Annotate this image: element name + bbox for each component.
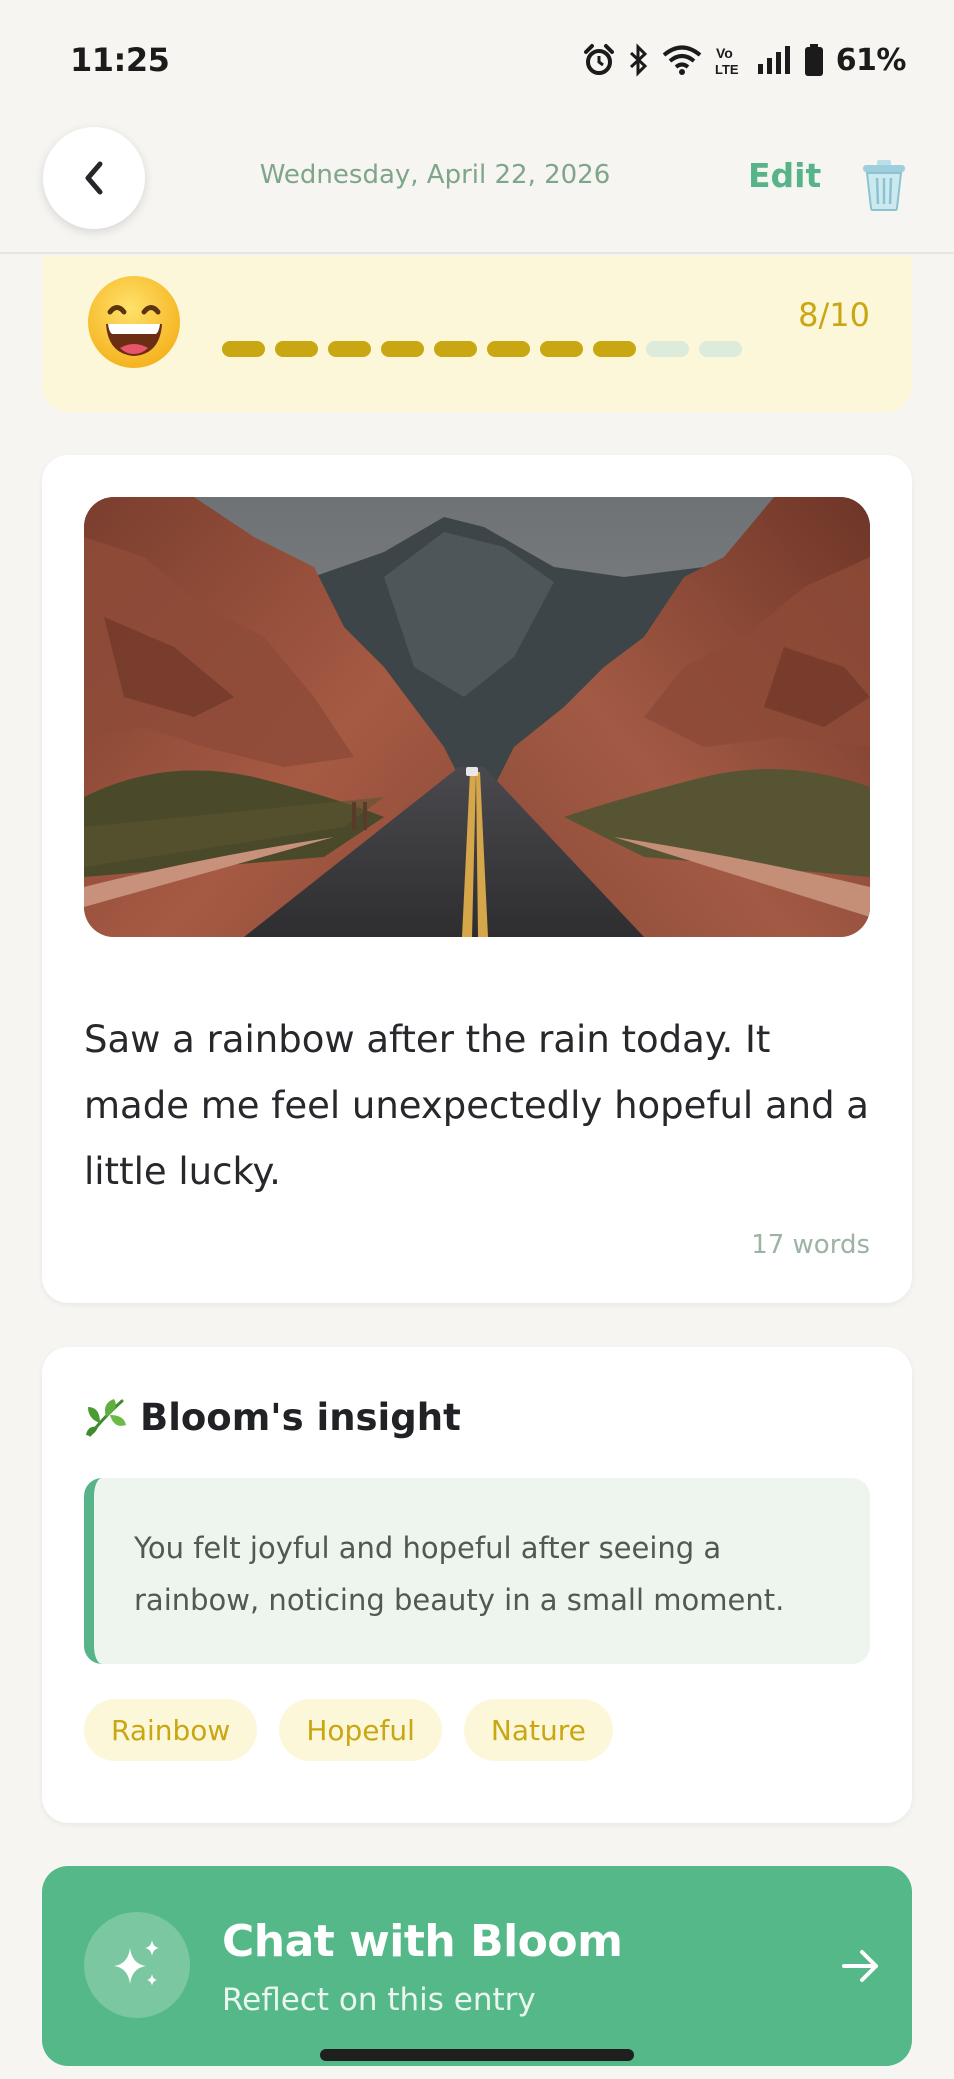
status-bar: 11:25 Vo LTE 61% [0, 0, 954, 120]
battery-percent: 61% [835, 42, 907, 78]
chevron-left-icon [85, 161, 103, 195]
home-indicator[interactable] [320, 2049, 634, 2061]
chat-with-bloom-button[interactable]: Chat with Bloom Reflect on this entry [42, 1866, 912, 2066]
word-count: 17 words [751, 1230, 870, 1260]
edit-button[interactable]: Edit [748, 156, 821, 195]
mood-dash [593, 341, 636, 357]
delete-button[interactable] [860, 158, 908, 212]
status-icons: Vo LTE 61% [582, 42, 907, 78]
grinning-face-icon [88, 276, 180, 368]
leaf-icon [86, 1399, 126, 1437]
mood-dash [222, 341, 265, 357]
mood-dash [487, 341, 530, 357]
svg-text:LTE: LTE [715, 62, 739, 77]
bluetooth-icon [628, 43, 650, 77]
mood-dash [699, 341, 742, 357]
entry-text: Saw a rainbow after the rain today. It m… [84, 1018, 869, 1193]
back-button[interactable] [43, 127, 145, 229]
app-header: Wednesday, April 22, 2026 Edit [0, 120, 954, 254]
mood-card: 8/10 [42, 256, 912, 412]
entry-photo[interactable] [84, 497, 870, 937]
tag-nature[interactable]: Nature [463, 1699, 613, 1761]
insight-title: Bloom's insight [140, 1395, 461, 1439]
mood-dash [646, 341, 689, 357]
sparkles-icon [114, 1940, 159, 1986]
entry-card: Saw a rainbow after the rain today. It m… [42, 455, 912, 1303]
mood-dash [434, 341, 477, 357]
mood-dash [381, 341, 424, 357]
chat-title: Chat with Bloom [222, 1916, 623, 1967]
insight-card: Bloom's insight You felt joyful and hope… [42, 1347, 912, 1823]
mood-score: 8/10 [798, 296, 870, 334]
status-time: 11:25 [70, 41, 170, 79]
entry-date: Wednesday, April 22, 2026 [259, 160, 611, 190]
desert-road-photo [84, 497, 870, 937]
wifi-icon [662, 44, 702, 76]
chat-subtitle: Reflect on this entry [222, 1982, 536, 2018]
volte-icon: Vo LTE [714, 43, 744, 77]
tag-hopeful[interactable]: Hopeful [279, 1699, 442, 1761]
tag-rainbow[interactable]: Rainbow [84, 1699, 258, 1761]
svg-text:Vo: Vo [716, 45, 733, 61]
chat-icon-container [84, 1912, 190, 2018]
alarm-icon [582, 43, 616, 77]
insight-header: Bloom's insight [84, 1395, 461, 1439]
mood-meter [222, 341, 742, 357]
insight-quote: You felt joyful and hopeful after seeing… [84, 1478, 870, 1664]
battery-icon [804, 43, 824, 77]
signal-icon [756, 44, 792, 76]
mood-dash [328, 341, 371, 357]
mood-dash [275, 341, 318, 357]
trash-icon [863, 160, 905, 211]
mood-dash [540, 341, 583, 357]
tag-list: Rainbow Hopeful Nature [84, 1699, 613, 1761]
arrow-right-icon [842, 1950, 878, 1982]
